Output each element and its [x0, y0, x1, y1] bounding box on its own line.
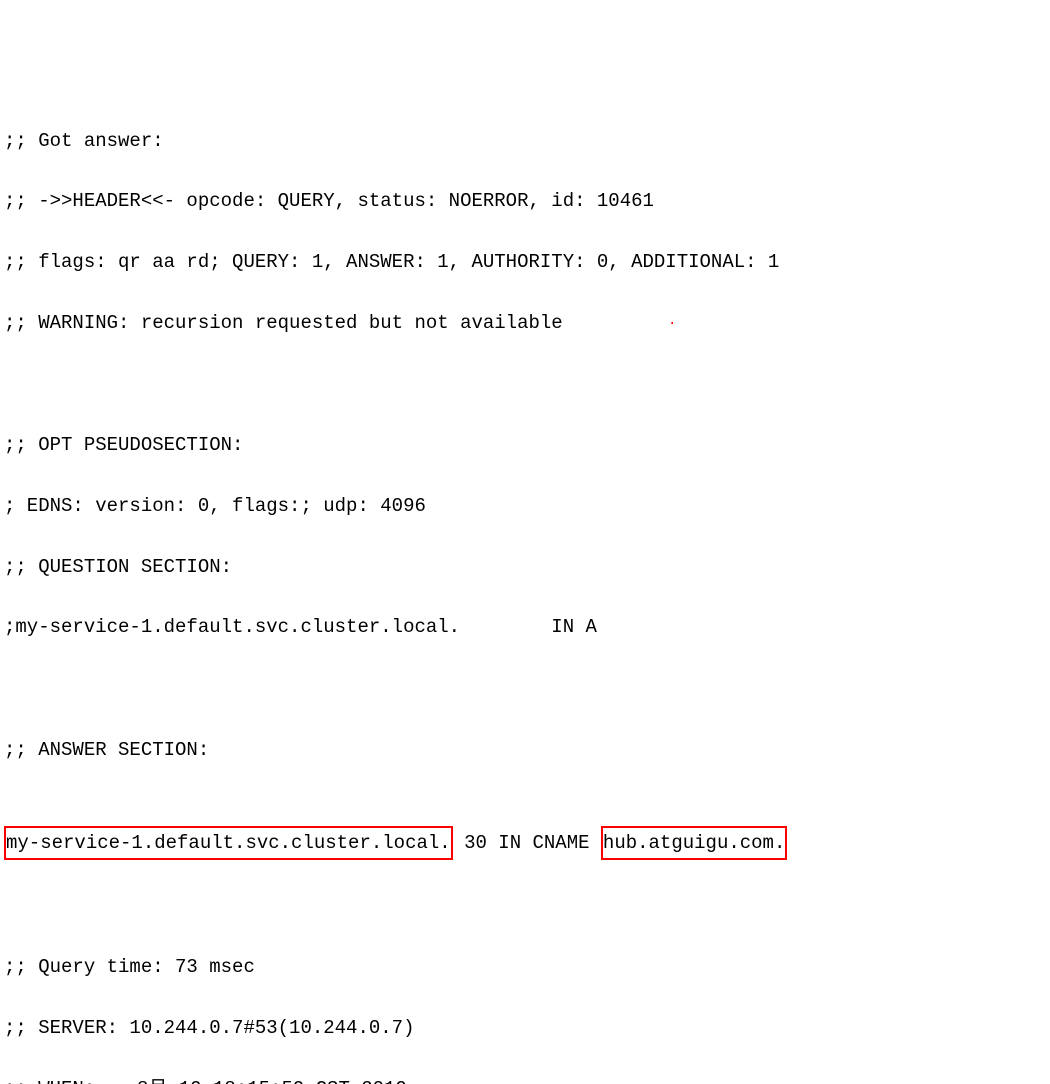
answer-cname: hub.atguigu.com. — [603, 832, 785, 854]
output-line: ; EDNS: version: 0, flags:; udp: 4096 — [4, 491, 1046, 521]
output-line: ;; Got answer: — [4, 126, 1046, 156]
output-line: ;; SERVER: 10.244.0.7#53(10.244.0.7) — [4, 1013, 1046, 1043]
output-line: ;; ANSWER SECTION: — [4, 735, 1046, 765]
output-line: ;; QUESTION SECTION: — [4, 552, 1046, 582]
blank-line — [4, 891, 1046, 922]
cursor-dot: . — [668, 310, 676, 332]
answer-line: my-service-1.default.svc.cluster.local. … — [4, 826, 1046, 860]
answer-host: my-service-1.default.svc.cluster.local. — [6, 832, 451, 854]
output-line: ;; flags: qr aa rd; QUERY: 1, ANSWER: 1,… — [4, 247, 1046, 277]
output-line: ;; Query time: 73 msec — [4, 952, 1046, 982]
output-line: ;; WARNING: recursion requested but not … — [4, 308, 1046, 338]
output-line: ;; WHEN: 一 8月 19 18:15:59 CST 2019 — [4, 1074, 1046, 1084]
answer-mid: 30 IN CNAME — [453, 832, 601, 854]
output-line: ;; ->>HEADER<<- opcode: QUERY, status: N… — [4, 186, 1046, 216]
output-line: ;; OPT PSEUDOSECTION: — [4, 430, 1046, 460]
blank-line — [4, 673, 1046, 704]
highlight-host: my-service-1.default.svc.cluster.local. — [4, 826, 453, 860]
highlight-cname: hub.atguigu.com. — [601, 826, 787, 860]
output-line: ;my-service-1.default.svc.cluster.local.… — [4, 612, 1046, 642]
blank-line — [4, 369, 1046, 400]
